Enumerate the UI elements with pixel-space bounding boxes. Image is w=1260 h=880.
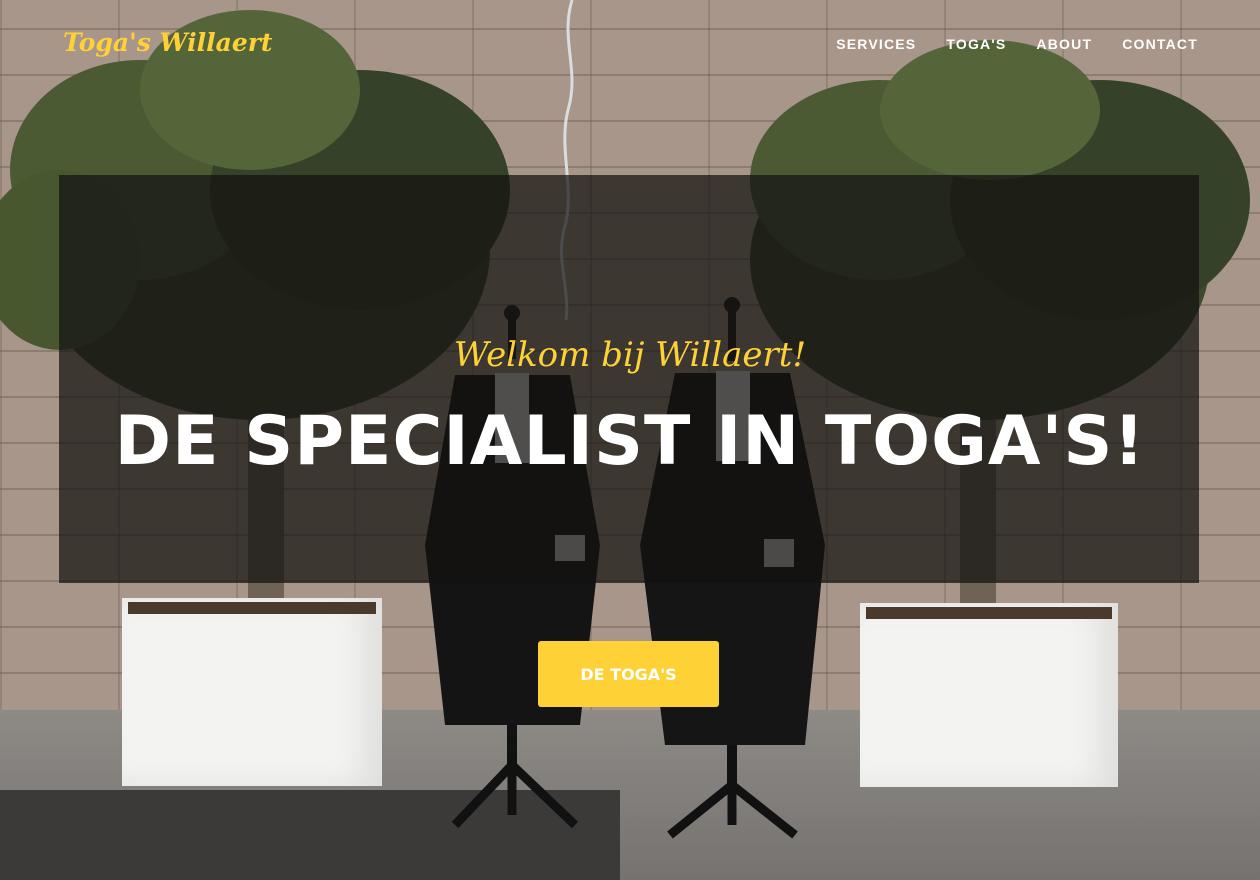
hero-overlay-panel <box>59 175 1199 583</box>
planter-left-image <box>122 598 382 786</box>
hero-section: Toga's Willaert SERVICES TOGA'S ABOUT CO… <box>0 0 1260 880</box>
nav-item-services[interactable]: SERVICES <box>836 36 916 52</box>
hero-lead-in: Welkom bij Willaert! <box>453 335 807 375</box>
planter-right-image <box>860 603 1118 787</box>
nav-item-contact[interactable]: CONTACT <box>1122 36 1198 52</box>
nav-item-togas[interactable]: TOGA'S <box>946 36 1006 52</box>
brand-logo[interactable]: Toga's Willaert <box>63 28 272 57</box>
nav-item-about[interactable]: ABOUT <box>1036 36 1092 52</box>
main-nav: SERVICES TOGA'S ABOUT CONTACT <box>836 36 1198 52</box>
hero-heading: DE SPECIALIST IN TOGA'S! <box>114 402 1146 481</box>
togas-cta-button[interactable]: DE TOGA'S <box>538 641 719 707</box>
